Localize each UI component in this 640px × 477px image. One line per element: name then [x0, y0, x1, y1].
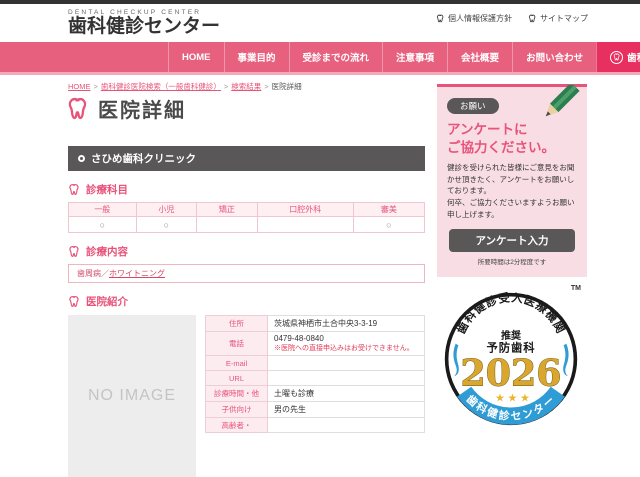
tooth-search-icon: [610, 51, 623, 64]
table-row: URL: [206, 371, 425, 386]
clinic-intro: NO IMAGE 住所 茨城県神栖市土合中央3-3-19 電話 0479-48-…: [68, 315, 425, 477]
subjects-marks-row: ○ ○ ○: [69, 217, 425, 233]
info-value-hours: 土曜も診療: [268, 386, 425, 402]
privacy-policy-link[interactable]: 個人情報保護方針: [436, 13, 512, 24]
tooth-icon: [68, 183, 81, 196]
nav-item-flow[interactable]: 受診までの流れ: [289, 42, 383, 72]
info-value-email: [268, 356, 425, 371]
section-contents-label: 診療内容: [86, 244, 128, 259]
subject-col-pediatric: 小児: [136, 203, 197, 217]
tooth-icon: [528, 14, 537, 23]
treatment-link-whitening[interactable]: ホワイトニング: [109, 269, 165, 278]
survey-body: 健診を受けられた皆様にご意見をお聞かせ頂きたく、アンケートをお願いしております。…: [447, 162, 577, 220]
sitemap-link[interactable]: サイトマップ: [528, 13, 588, 24]
info-label-url: URL: [206, 371, 268, 386]
section-contents: 診療内容: [68, 244, 425, 259]
utility-links: 個人情報保護方針 サイトマップ: [436, 13, 588, 24]
info-value-phone: 0479-48-0840※医院への直接申込みはお受けできません。: [268, 332, 425, 356]
recommended-clinic-seal: 歯科健診受入医療機関 推奨 予防歯科 2026 ★★★ 歯科健診センター: [443, 291, 579, 427]
table-row: 診療時間・他 土曜も診療: [206, 386, 425, 402]
table-row: 子供向け 男の先生: [206, 402, 425, 418]
nav-item-home[interactable]: HOME: [168, 42, 224, 72]
badge-stars: ★★★: [495, 393, 532, 405]
info-label-phone: 電話: [206, 332, 268, 356]
subject-mark-general: ○: [69, 217, 137, 233]
page-title-text: 医院詳細: [98, 94, 186, 123]
nav-item-contact[interactable]: お問い合わせ: [512, 42, 596, 72]
privacy-policy-label: 個人情報保護方針: [448, 13, 512, 24]
breadcrumb-current: 医院詳細: [272, 82, 302, 91]
tooth-icon: [66, 96, 91, 121]
treatment-link-perio[interactable]: 歯周病: [77, 269, 101, 278]
section-subjects: 診療科目: [68, 182, 425, 197]
info-value-kids: 男の先生: [268, 402, 425, 418]
breadcrumb: HOME>歯科健診医院検索（一般歯科健診）>検索結果>医院詳細: [68, 81, 302, 92]
tooth-icon: [68, 295, 81, 308]
certification-badge: TM 歯科健診受入医療機関 推奨 予防歯科 2026 ★★★ 歯科健診センター: [437, 287, 587, 432]
breadcrumb-search[interactable]: 歯科健診医院検索（一般歯科健診）: [101, 82, 221, 91]
clinic-name: さひめ歯科クリニック: [91, 151, 196, 166]
pencil-icon: [531, 85, 583, 135]
breadcrumb-results[interactable]: 検索結果: [231, 82, 261, 91]
subject-mark-ortho: [197, 217, 258, 233]
table-row: 高齢者・: [206, 418, 425, 433]
subject-mark-oral-surgery: [257, 217, 353, 233]
tooth-icon: [68, 245, 81, 258]
sidebar: お願い アンケートに ご協力ください。 健診を受けられた皆様にご意見をお聞かせ頂…: [437, 84, 587, 432]
nav-item-notes[interactable]: 注意事項: [382, 42, 447, 72]
nav-item-clinic-search[interactable]: 歯科医院検索: [596, 42, 640, 72]
info-label-address: 住所: [206, 316, 268, 332]
tooth-icon: [436, 14, 445, 23]
clinic-photo-placeholder: NO IMAGE: [68, 315, 196, 477]
table-row: 電話 0479-48-0840※医院への直接申込みはお受けできません。: [206, 332, 425, 356]
subject-col-cosmetic: 審美: [353, 203, 424, 217]
request-badge: お願い: [447, 98, 499, 114]
page-title: 医院詳細: [66, 94, 186, 123]
main-content: さひめ歯科クリニック 診療科目 一般 小児 矯正 口腔外科 審美 ○ ○ ○ 診…: [68, 146, 425, 477]
info-value-address: 茨城県神栖市土合中央3-3-19: [268, 316, 425, 332]
survey-caption: 所要時間は2分程度です: [447, 256, 577, 266]
nav-item-company[interactable]: 会社概要: [447, 42, 512, 72]
info-value-url: [268, 371, 425, 386]
nav-bottom-strip: [0, 72, 640, 75]
subjects-header-row: 一般 小児 矯正 口腔外科 審美: [69, 203, 425, 217]
clinic-info-table: 住所 茨城県神栖市土合中央3-3-19 電話 0479-48-0840※医院への…: [205, 315, 425, 433]
subject-mark-pediatric: ○: [136, 217, 197, 233]
info-label-hours: 診療時間・他: [206, 386, 268, 402]
subject-col-general: 一般: [69, 203, 137, 217]
table-row: 住所 茨城県神栖市土合中央3-3-19: [206, 316, 425, 332]
clinic-name-bar: さひめ歯科クリニック: [68, 146, 425, 171]
sitemap-label: サイトマップ: [540, 13, 588, 24]
section-intro-label: 医院紹介: [86, 294, 128, 309]
table-row: E-mail: [206, 356, 425, 371]
subject-col-oral-surgery: 口腔外科: [257, 203, 353, 217]
subject-col-ortho: 矯正: [197, 203, 258, 217]
subjects-table: 一般 小児 矯正 口腔外科 審美 ○ ○ ○: [68, 202, 425, 233]
info-label-elderly: 高齢者・: [206, 418, 268, 433]
main-nav: HOME 事業目的 受診までの流れ 注意事項 会社概要 お問い合わせ 歯科医院検…: [0, 42, 640, 72]
bullet-ring-icon: [78, 155, 85, 162]
section-intro: 医院紹介: [68, 294, 425, 309]
nav-item-purpose[interactable]: 事業目的: [224, 42, 289, 72]
survey-entry-button[interactable]: アンケート入力: [449, 229, 575, 252]
info-label-kids: 子供向け: [206, 402, 268, 418]
svg-text:推奨: 推奨: [501, 329, 522, 342]
info-label-email: E-mail: [206, 356, 268, 371]
phone-note: ※医院への直接申込みはお受けできません。: [274, 343, 418, 353]
badge-year: 2026: [461, 352, 562, 395]
site-header: DENTAL CHECKUP CENTER 歯科健診センター 個人情報保護方針 …: [0, 4, 640, 42]
section-subjects-label: 診療科目: [86, 182, 128, 197]
breadcrumb-home[interactable]: HOME: [68, 82, 91, 91]
site-logo[interactable]: DENTAL CHECKUP CENTER 歯科健診センター: [68, 9, 220, 37]
treatment-contents-box: 歯周病／ホワイトニング: [68, 264, 425, 283]
subject-mark-cosmetic: ○: [353, 217, 424, 233]
info-value-elderly: [268, 418, 425, 433]
nav-items: HOME 事業目的 受診までの流れ 注意事項 会社概要 お問い合わせ 歯科医院検…: [168, 42, 640, 72]
survey-panel: お願い アンケートに ご協力ください。 健診を受けられた皆様にご意見をお聞かせ頂…: [437, 84, 587, 277]
logo-japanese: 歯科健診センター: [68, 16, 220, 37]
